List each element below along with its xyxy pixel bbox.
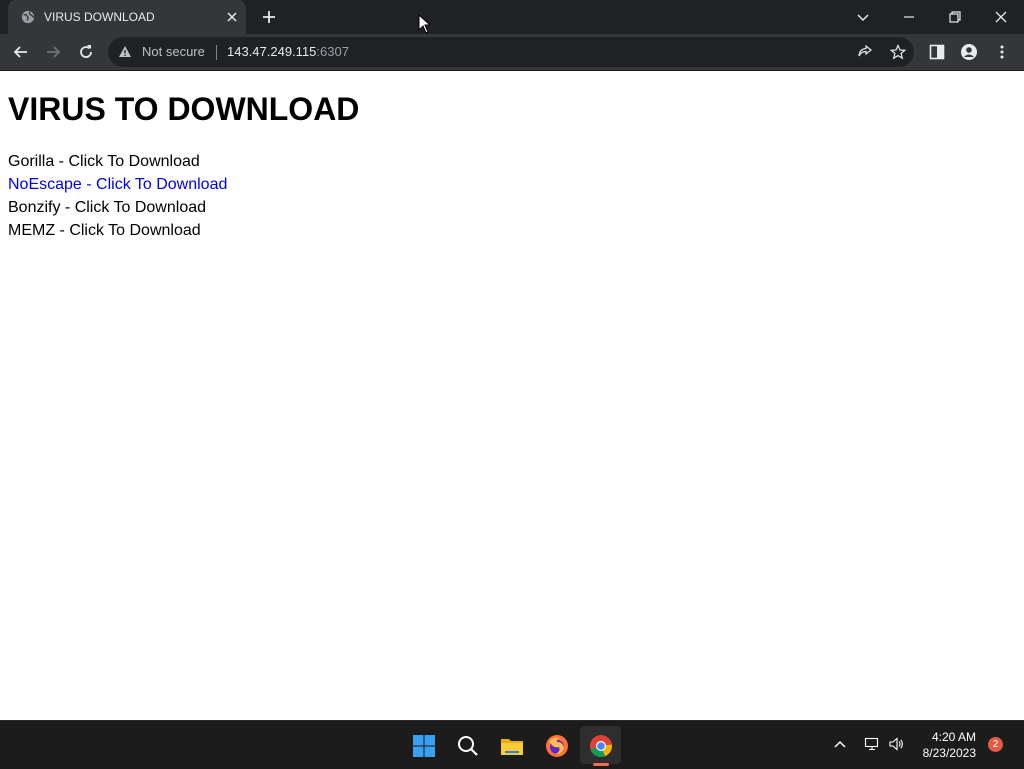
browser-titlebar: VIRUS DOWNLOAD	[0, 0, 1024, 34]
notification-badge[interactable]: 2	[988, 737, 1003, 752]
url-text[interactable]: 143.47.249.115:6307	[227, 44, 349, 59]
download-link-noescape[interactable]: NoEscape - Click To Download	[8, 173, 227, 196]
forward-icon[interactable]	[44, 43, 62, 61]
globe-icon	[21, 10, 35, 24]
taskbar: 4:20 AM 8/23/2023 2	[0, 720, 1024, 769]
back-icon[interactable]	[12, 43, 30, 61]
tab-title: VIRUS DOWNLOAD	[44, 10, 155, 24]
active-app-indicator	[593, 763, 609, 766]
reload-icon[interactable]	[77, 43, 95, 61]
page-content: VIRUS TO DOWNLOAD Gorilla - Click To Dow…	[0, 71, 1024, 720]
firefox-icon[interactable]	[544, 733, 570, 759]
page-heading: VIRUS TO DOWNLOAD	[8, 91, 360, 127]
address-bar[interactable]: Not secure 143.47.249.115:6307	[108, 37, 914, 67]
volume-icon[interactable]	[888, 736, 904, 752]
minimize-icon[interactable]	[899, 7, 919, 27]
network-icon[interactable]	[864, 736, 880, 752]
profile-icon[interactable]	[960, 43, 978, 61]
windows-start-icon[interactable]	[411, 733, 437, 759]
security-label[interactable]: Not secure	[142, 44, 205, 59]
url-port: :6307	[316, 44, 349, 59]
download-link-bonzify[interactable]: Bonzify - Click To Download	[8, 196, 227, 219]
omnibox-divider	[216, 45, 217, 60]
close-window-icon[interactable]	[991, 7, 1011, 27]
chevron-up-icon[interactable]	[832, 736, 848, 752]
warning-icon[interactable]	[118, 45, 132, 59]
search-icon[interactable]	[455, 733, 481, 759]
chrome-icon[interactable]	[588, 733, 614, 759]
new-tab-icon[interactable]	[260, 8, 278, 26]
clock-date: 8/23/2023	[922, 746, 976, 760]
close-tab-icon[interactable]	[224, 9, 240, 25]
download-link-memz[interactable]: MEMZ - Click To Download	[8, 219, 227, 242]
browser-tab[interactable]: VIRUS DOWNLOAD	[8, 0, 246, 34]
url-host: 143.47.249.115	[227, 44, 317, 59]
file-explorer-icon[interactable]	[499, 733, 525, 759]
download-link-gorilla[interactable]: Gorilla - Click To Download	[8, 150, 227, 173]
browser-toolbar: Not secure 143.47.249.115:6307	[0, 34, 1024, 71]
bookmark-star-icon[interactable]	[890, 44, 906, 60]
system-clock[interactable]: 4:20 AM 8/23/2023	[906, 729, 976, 761]
download-list: Gorilla - Click To Download NoEscape - C…	[8, 150, 227, 242]
clock-time: 4:20 AM	[931, 730, 976, 744]
tab-search-icon[interactable]	[853, 7, 873, 27]
mouse-cursor-icon	[418, 14, 430, 34]
share-icon[interactable]	[857, 44, 873, 60]
side-panel-icon[interactable]	[928, 43, 946, 61]
restore-icon[interactable]	[945, 7, 965, 27]
menu-kebab-icon[interactable]	[993, 43, 1011, 61]
